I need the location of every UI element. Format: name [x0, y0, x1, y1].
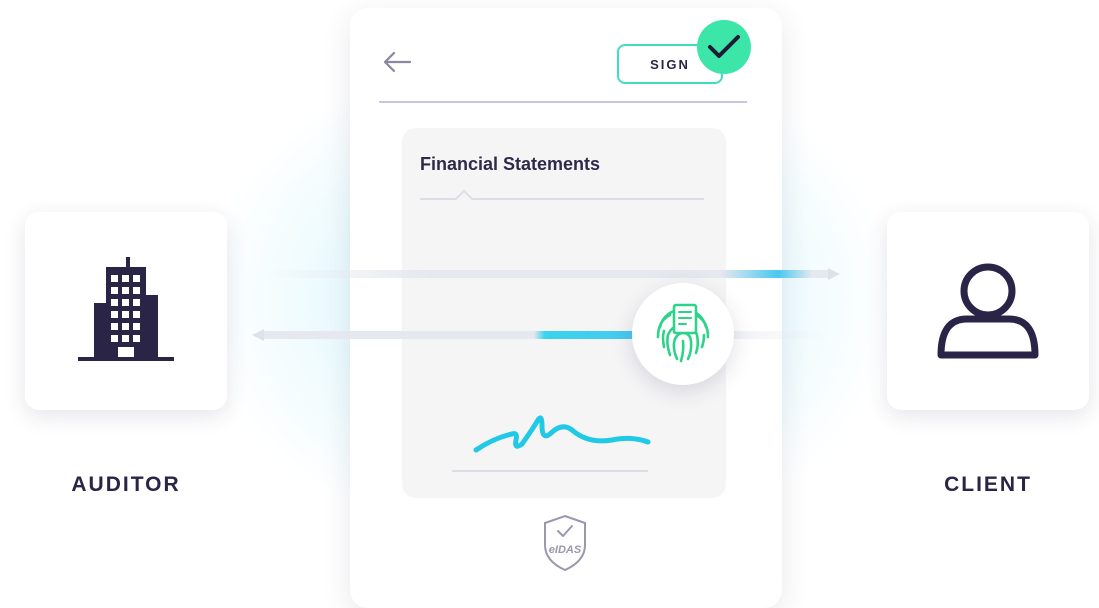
eidas-shield-icon: eIDAS: [544, 514, 586, 572]
user-icon: [937, 263, 1039, 359]
signature-line: [452, 470, 648, 472]
title-divider-notch: [455, 189, 473, 207]
checkmark-icon: [708, 35, 740, 58]
arrow-left-icon[interactable]: [382, 50, 412, 74]
building-icon: [78, 257, 174, 361]
client-label: CLIENT: [944, 473, 1032, 496]
client-card[interactable]: [887, 212, 1089, 410]
handwritten-signature: [473, 415, 651, 453]
sign-status-badge: [697, 20, 751, 74]
transfer-line-to-client: [265, 270, 835, 278]
fingerprint-document-icon: [656, 303, 710, 363]
arrow-right-icon: [828, 268, 840, 280]
document-title: Financial Statements: [420, 154, 601, 174]
fingerprint-badge[interactable]: [632, 283, 734, 385]
eidas-badge-text: eIDAS: [549, 544, 582, 556]
auditor-card[interactable]: [25, 212, 227, 410]
arrow-left-icon: [252, 329, 264, 341]
header-divider: [379, 101, 747, 103]
auditor-label: AUDITOR: [71, 473, 181, 496]
transfer-line-to-auditor: [260, 331, 830, 339]
